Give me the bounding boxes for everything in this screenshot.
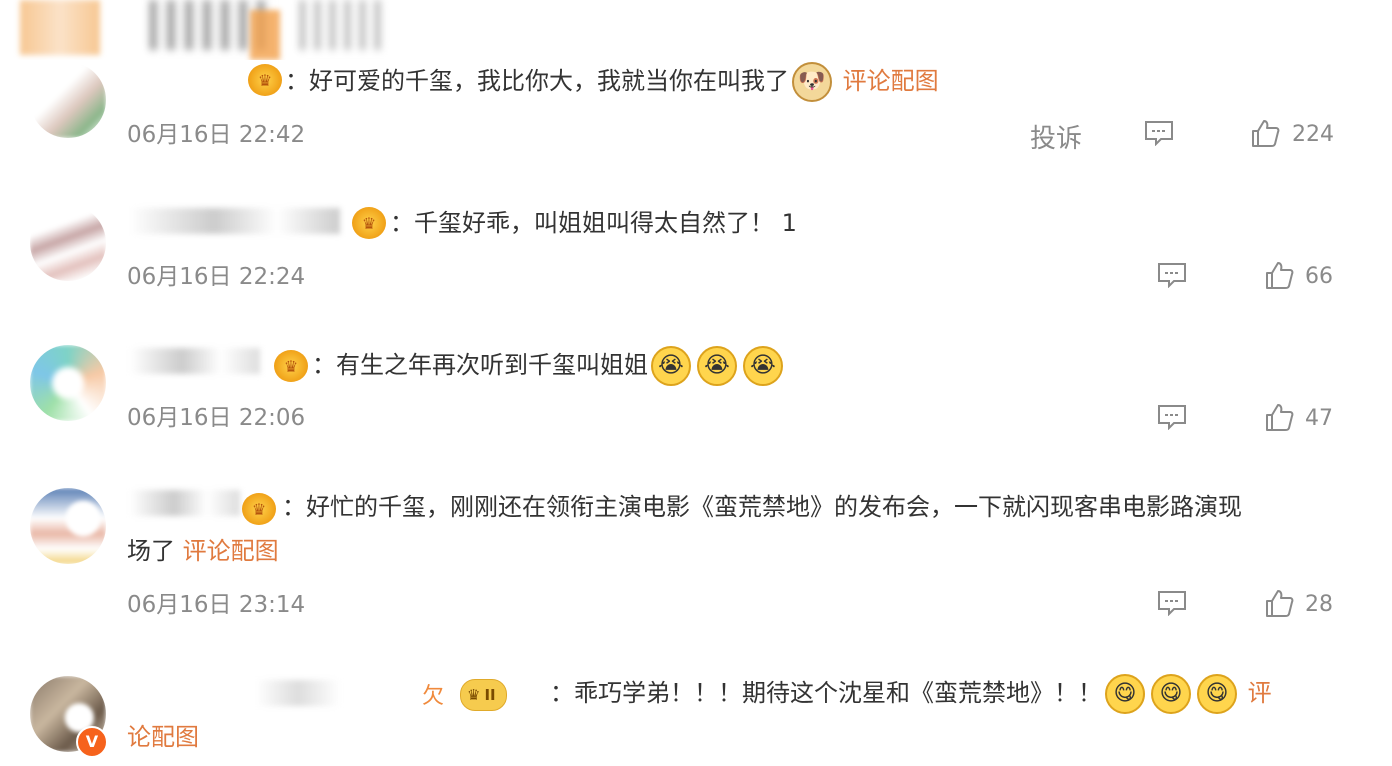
member-badge-icon: ♛ — [242, 493, 276, 525]
like-count: 47 — [1305, 406, 1333, 431]
comment-image-link[interactable]: 评 — [1248, 679, 1272, 707]
username[interactable] — [130, 680, 340, 706]
comment-body: ：好忙的千玺，刚刚还在领衔主演电影《蛮荒禁地》的发布会，一下就闪现客串电影路演现 — [282, 493, 1242, 521]
comment-image-link[interactable]: 论配图 — [127, 723, 199, 751]
like-icon[interactable] — [1264, 588, 1294, 618]
crying-icon: 😭 — [743, 346, 783, 386]
username-visible-part[interactable]: 欠 — [422, 678, 444, 710]
tongue-out-icon: 😋 — [1197, 674, 1237, 714]
like-count: 28 — [1305, 592, 1333, 617]
avatar[interactable] — [30, 345, 106, 421]
doge-icon: 🐶 — [792, 62, 832, 102]
reply-icon[interactable] — [1157, 590, 1187, 616]
comment-text-continued: 论配图 — [127, 714, 199, 760]
avatar[interactable] — [30, 205, 106, 281]
comment-image-link[interactable]: 评论配图 — [183, 537, 279, 565]
like-count: 66 — [1305, 264, 1333, 289]
like-icon[interactable] — [1250, 118, 1280, 148]
crying-icon: 😭 — [651, 346, 691, 386]
vip-level: II — [484, 686, 496, 704]
comment-body: ：好可爱的千玺，我比你大，我就当你在叫我了 — [285, 67, 789, 95]
verified-v-icon: V — [76, 726, 108, 758]
crying-icon: 😭 — [697, 346, 737, 386]
comment-time: 06月16日 22:24 — [127, 264, 306, 290]
avatar[interactable] — [30, 62, 106, 138]
member-badge-icon: ♛ — [248, 64, 282, 96]
reply-icon[interactable] — [1144, 120, 1174, 146]
comment-text-continued: 场了 评论配图 — [127, 528, 279, 574]
comment-text: ：好忙的千玺，刚刚还在领衔主演电影《蛮荒禁地》的发布会，一下就闪现客串电影路演现 — [282, 484, 1242, 530]
comment-time: 06月16日 22:06 — [127, 405, 306, 431]
crown-icon: ♛ — [467, 686, 481, 704]
like-icon[interactable] — [1264, 402, 1294, 432]
like-icon[interactable] — [1264, 260, 1294, 290]
like-count: 224 — [1292, 122, 1334, 147]
username[interactable] — [130, 348, 260, 374]
comment-body: ：有生之年再次听到千玺叫姐姐 — [312, 351, 648, 379]
username[interactable] — [130, 208, 340, 234]
comment-text: ：有生之年再次听到千玺叫姐姐 😭 😭 😭 — [312, 342, 786, 388]
comment-body: 场了 — [127, 537, 175, 565]
comment-time: 06月16日 22:42 — [127, 122, 306, 148]
comment-text: ：乖巧学弟！！！期待这个沈星和《蛮荒禁地》！！ 😋 😋 😋 评 — [550, 670, 1272, 716]
username[interactable] — [130, 490, 240, 516]
comment-body: ：乖巧学弟！！！期待这个沈星和《蛮荒禁地》！！ — [550, 679, 1102, 707]
comment-image-link[interactable]: 评论配图 — [843, 67, 939, 95]
vip-level-badge: ♛ II — [460, 679, 507, 711]
comment-text: ：好可爱的千玺，我比你大，我就当你在叫我了 🐶 评论配图 — [285, 58, 939, 104]
member-badge-icon: ♛ — [352, 207, 386, 239]
tongue-out-icon: 😋 — [1105, 674, 1145, 714]
cropped-previous-comment — [0, 0, 1392, 60]
comment-text: ：千玺好乖，叫姐姐叫得太自然了！ 1 — [390, 200, 797, 246]
comment-time: 06月16日 23:14 — [127, 592, 306, 618]
tongue-out-icon: 😋 — [1151, 674, 1191, 714]
reply-icon[interactable] — [1157, 404, 1187, 430]
report-button[interactable]: 投诉 — [1030, 118, 1082, 155]
reply-icon[interactable] — [1157, 262, 1187, 288]
avatar[interactable] — [30, 488, 106, 564]
member-badge-icon: ♛ — [274, 350, 308, 382]
comment-body: ：千玺好乖，叫姐姐叫得太自然了！ 1 — [390, 209, 797, 237]
